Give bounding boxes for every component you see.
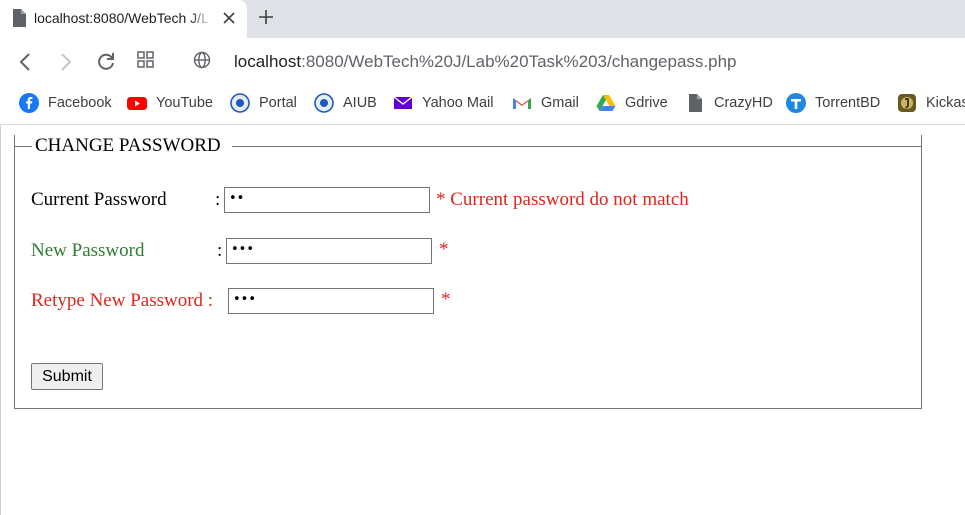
fieldset-border-right [232, 146, 922, 147]
bookmark-youtube[interactable]: YouTube [127, 93, 213, 113]
portal-icon [230, 93, 250, 113]
bookmark-torrentbd[interactable]: TorrentBD [786, 93, 880, 113]
page-content: CHANGE PASSWORD Current Password : •• * … [0, 125, 965, 515]
reload-icon[interactable] [95, 51, 117, 78]
retype-password-label: Retype New Password : [31, 290, 214, 311]
new-password-field[interactable]: ••• [226, 238, 432, 264]
url-path: :8080/WebTech%20J/Lab%20Task%203/changep… [301, 52, 737, 71]
bookmark-label: Gmail [541, 95, 579, 111]
aiub-icon [314, 93, 334, 113]
bookmark-label: Facebook [48, 95, 112, 111]
url-host: localhost [234, 52, 302, 71]
address-bar[interactable]: localhost:8080/WebTech%20J/Lab%20Task%20… [234, 52, 737, 72]
bookmark-label: Yahoo Mail [422, 95, 494, 111]
bookmark-crazyhd[interactable]: CrazyHD [685, 93, 773, 113]
submit-button[interactable]: Submit [31, 363, 103, 390]
document-icon [685, 93, 705, 113]
bookmark-gmail[interactable]: Gmail [512, 93, 579, 113]
yahoo-mail-icon [393, 93, 413, 113]
bookmark-label: Portal [259, 95, 297, 111]
gdrive-icon [596, 93, 616, 113]
torrentbd-icon [786, 93, 806, 113]
bookmark-label: TorrentBD [815, 95, 881, 111]
gmail-icon [512, 93, 532, 113]
back-arrow-icon[interactable] [17, 51, 35, 78]
retype-password-error: * [441, 289, 451, 310]
new-password-label: New Password [31, 240, 145, 261]
colon: : [217, 240, 223, 261]
forward-arrow-icon[interactable] [56, 51, 74, 78]
bookmark-label: YouTube [156, 95, 213, 111]
close-tab-icon[interactable] [221, 10, 237, 31]
retype-password-field[interactable]: ••• [228, 288, 434, 314]
tab-strip: localhost:8080/WebTech J/L [0, 0, 965, 38]
bookmark-facebook[interactable]: Facebook [19, 93, 112, 113]
browser-tab[interactable]: localhost:8080/WebTech J/L [0, 0, 247, 38]
bookmark-kickass[interactable]: Kickass [897, 93, 965, 113]
new-tab-icon[interactable] [257, 8, 275, 31]
bookmark-aiub[interactable]: AIUB [314, 93, 377, 113]
bookmark-label: Gdrive [625, 95, 668, 111]
facebook-icon [19, 93, 39, 113]
kickass-icon [897, 93, 917, 113]
apps-grid-icon[interactable] [137, 51, 155, 74]
globe-icon[interactable] [193, 51, 211, 74]
bookmark-gdrive[interactable]: Gdrive [596, 93, 668, 113]
colon: : [215, 189, 221, 210]
tab-title: localhost:8080/WebTech J/L [34, 10, 212, 26]
fieldset-legend: CHANGE PASSWORD [35, 135, 221, 156]
bookmark-label: AIUB [343, 95, 377, 111]
bookmark-label: CrazyHD [714, 95, 773, 111]
youtube-icon [127, 93, 147, 113]
current-password-error: * Current password do not match [436, 189, 689, 210]
form-fieldset [14, 135, 922, 409]
bookmark-portal[interactable]: Portal [230, 93, 297, 113]
fieldset-border-left [14, 146, 32, 147]
new-password-error: * [439, 239, 449, 260]
bookmark-label: Kickass [926, 95, 965, 111]
current-password-field[interactable]: •• [224, 187, 430, 213]
document-icon [12, 9, 26, 32]
bookmark-yahoo-mail[interactable]: Yahoo Mail [393, 93, 493, 113]
current-password-label: Current Password [31, 189, 167, 210]
